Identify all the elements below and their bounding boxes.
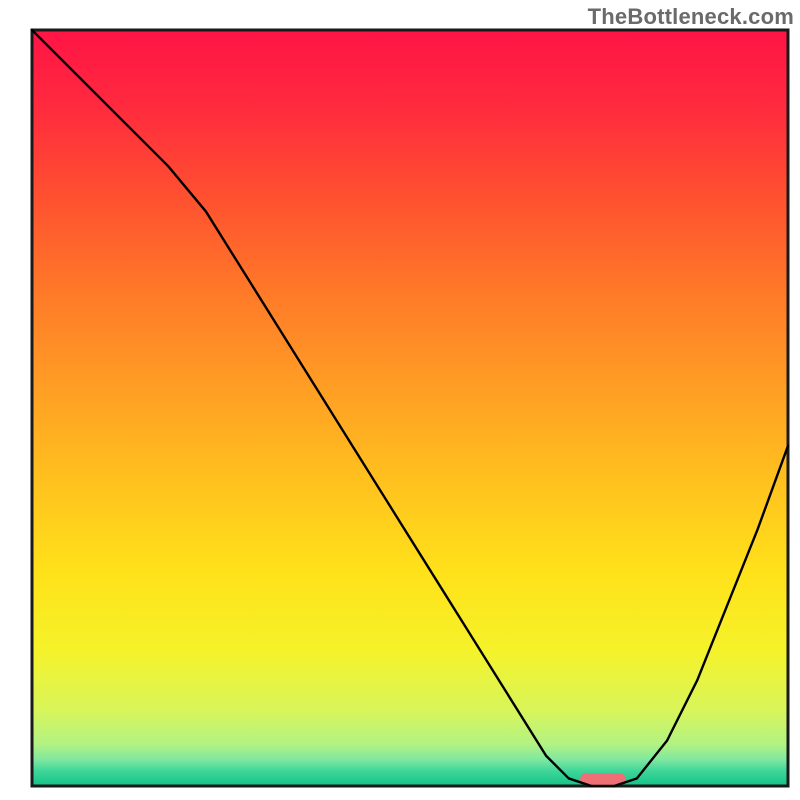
watermark-text: TheBottleneck.com — [588, 4, 794, 30]
bottleneck-chart — [0, 0, 800, 800]
chart-stage: TheBottleneck.com — [0, 0, 800, 800]
